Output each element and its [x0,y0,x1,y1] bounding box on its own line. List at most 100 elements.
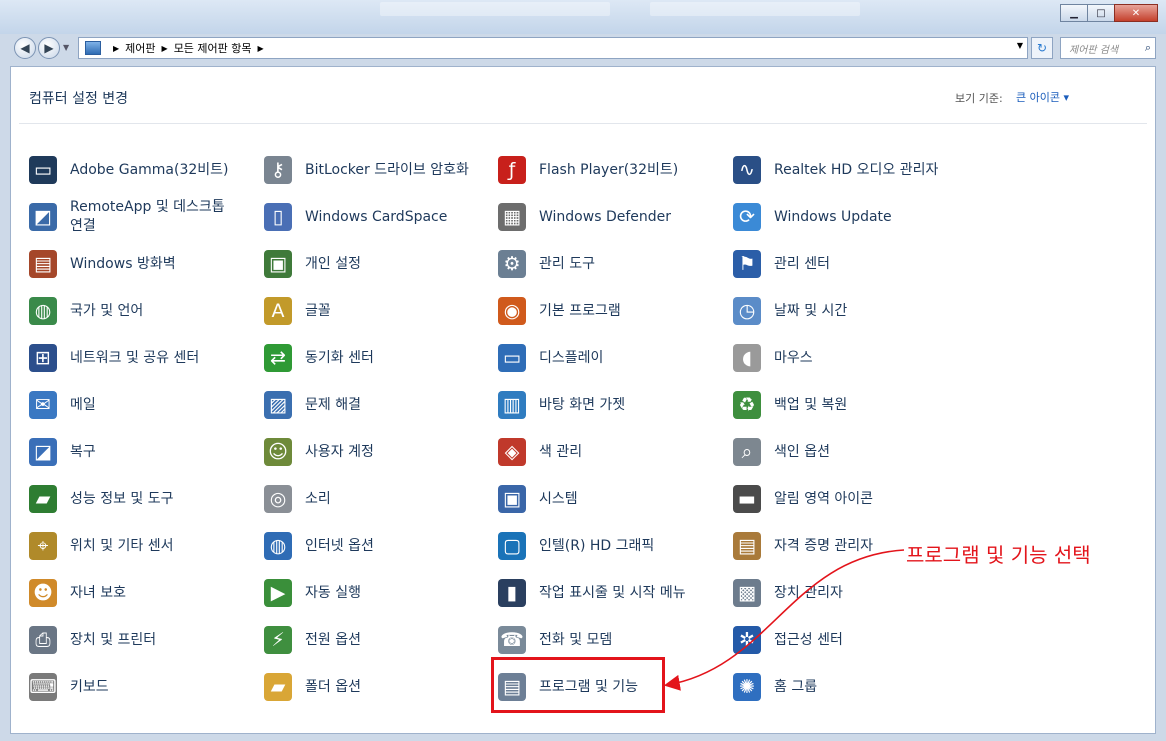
control-panel-item-label: 시스템 [539,490,578,507]
control-panel-item[interactable]: ✺ 홈 그룹 [733,667,953,707]
control-panel-item-label: 백업 및 복원 [774,396,848,413]
breadcrumb-separator-icon[interactable]: ▶ [113,44,119,53]
control-panel-item-label: 키보드 [70,678,109,695]
control-panel-item-label: 바탕 화면 가젯 [539,396,626,413]
control-panel-item[interactable]: ⟳ Windows Update [733,197,953,237]
phone-modem-icon: ☎ [498,626,526,654]
breadcrumb-all-items[interactable]: 모든 제어판 항목 [174,40,252,56]
title-bar-reflection [650,2,860,16]
control-panel-item[interactable]: ◩ RemoteApp 및 데스크톱 연결 [29,197,249,237]
control-panel-item[interactable]: ✉ 메일 [29,385,249,425]
region-language-icon: ◍ [29,297,57,325]
control-panel-item-label: 성능 정보 및 도구 [70,490,174,507]
control-panel-item[interactable]: ◈ 색 관리 [498,432,718,472]
control-panel-item[interactable]: ▯ Windows CardSpace [264,197,484,237]
back-button[interactable]: ◀ [14,37,36,59]
search-input[interactable]: 제어판 검색 ⌕ [1060,37,1156,59]
control-panel-item-label: 개인 설정 [305,255,361,272]
control-panel-item[interactable]: ▮ 작업 표시줄 및 시작 메뉴 [498,573,718,613]
breadcrumb[interactable]: ▶ 제어판 ▶ 모든 제어판 항목 ▶ ▼ [78,37,1028,59]
control-panel-item[interactable]: ▤ Windows 방화벽 [29,244,249,284]
control-panel-item[interactable]: ⚑ 관리 센터 [733,244,953,284]
minimize-button[interactable]: ▁ [1060,4,1088,22]
header-divider [19,123,1147,124]
control-panel-item[interactable]: ◖ 마우스 [733,338,953,378]
control-panel-item[interactable]: ◪ 복구 [29,432,249,472]
breadcrumb-separator-icon[interactable]: ▶ [162,44,168,53]
control-panel-item[interactable]: ▬ 알림 영역 아이콘 [733,479,953,519]
control-panel-item[interactable]: ⌕ 색인 옵션 [733,432,953,472]
search-placeholder: 제어판 검색 [1069,44,1119,56]
date-time-icon: ◷ [733,297,761,325]
control-panel-item[interactable]: ⌖ 위치 및 기타 센서 [29,526,249,566]
control-panel-item[interactable]: ⌨ 키보드 [29,667,249,707]
control-panel-item-label: BitLocker 드라이브 암호화 [305,161,469,178]
control-panel-item[interactable]: ▩ 장치 관리자 [733,573,953,613]
close-button[interactable]: ✕ [1114,4,1158,22]
control-panel-item[interactable]: ▰ 성능 정보 및 도구 [29,479,249,519]
control-panel-item-label: 전원 옵션 [305,631,361,648]
autoplay-icon: ▶ [264,579,292,607]
desktop-gadgets-icon: ▥ [498,391,526,419]
title-bar: ▁ □ ✕ [0,0,1166,34]
control-panel-item[interactable]: ⊞ 네트워크 및 공유 센터 [29,338,249,378]
control-panel-item[interactable]: ◍ 국가 및 언어 [29,291,249,331]
control-panel-item[interactable]: ◷ 날짜 및 시간 [733,291,953,331]
control-panel-item-label: 마우스 [774,349,813,366]
control-panel-item[interactable]: ✲ 접근성 센터 [733,620,953,660]
control-panel-item[interactable]: A 글꼴 [264,291,484,331]
control-panel-item[interactable]: ◍ 인터넷 옵션 [264,526,484,566]
control-panel-item[interactable]: ▭ Adobe Gamma(32비트) [29,150,249,190]
sound-icon: ◎ [264,485,292,513]
control-panel-item[interactable]: ▥ 바탕 화면 가젯 [498,385,718,425]
control-panel-item[interactable]: ▨ 문제 해결 [264,385,484,425]
control-panel-item[interactable]: ☻ 자녀 보호 [29,573,249,613]
control-panel-item[interactable]: ☎ 전화 및 모뎀 [498,620,718,660]
control-panel-item[interactable]: ▣ 개인 설정 [264,244,484,284]
control-panel-item[interactable]: ▢ 인텔(R) HD 그래픽 [498,526,718,566]
mouse-icon: ◖ [733,344,761,372]
refresh-button[interactable]: ↻ [1031,37,1053,59]
control-panel-item[interactable]: ƒ Flash Player(32비트) [498,150,718,190]
breadcrumb-separator-icon[interactable]: ▶ [258,44,264,53]
refresh-icon: ↻ [1036,41,1048,55]
control-panel-item-label: 작업 표시줄 및 시작 메뉴 [539,584,686,601]
control-panel-item-label: Windows Defender [539,208,672,225]
control-panel-item[interactable]: ▰ 폴더 옵션 [264,667,484,707]
control-panel-item[interactable]: ▶ 자동 실행 [264,573,484,613]
search-icon[interactable]: ⌕ [1145,41,1151,55]
control-panel-item[interactable]: ◉ 기본 프로그램 [498,291,718,331]
control-panel-item-label: 장치 관리자 [774,584,843,601]
taskbar-start-menu-icon: ▮ [498,579,526,607]
maximize-button[interactable]: □ [1087,4,1115,22]
fonts-icon: A [264,297,292,325]
control-panel-item[interactable]: ◎ 소리 [264,479,484,519]
control-panel-item[interactable]: ⚷ BitLocker 드라이브 암호화 [264,150,484,190]
control-panel-item-label: 인터넷 옵션 [305,537,374,554]
control-panel-item-label: 글꼴 [305,302,331,319]
address-dropdown-icon[interactable]: ▼ [1017,41,1023,50]
defender-icon: ▦ [498,203,526,231]
indexing-options-icon: ⌕ [733,438,761,466]
control-panel-item[interactable]: ⎙ 장치 및 프린터 [29,620,249,660]
control-panel-item[interactable]: ∿ Realtek HD 오디오 관리자 [733,150,953,190]
control-panel-item[interactable]: ▦ Windows Defender [498,197,718,237]
control-panel-item-label: Windows CardSpace [305,208,448,225]
forward-button[interactable]: ▶ [38,37,60,59]
control-panel-item[interactable]: ⚡ 전원 옵션 [264,620,484,660]
control-panel-item[interactable]: ⚙ 관리 도구 [498,244,718,284]
action-center-flag-icon: ⚑ [733,250,761,278]
page-title: 컴퓨터 설정 변경 [29,91,129,107]
audio-manager-icon: ∿ [733,156,761,184]
control-panel-item[interactable]: ▭ 디스플레이 [498,338,718,378]
breadcrumb-control-panel[interactable]: 제어판 [125,40,155,56]
control-panel-item[interactable]: ⇄ 동기화 센터 [264,338,484,378]
window-controls: ▁ □ ✕ [1060,4,1158,22]
control-panel-item[interactable]: ♻ 백업 및 복원 [733,385,953,425]
view-by-dropdown[interactable]: 큰 아이콘 ▾ [1016,89,1069,105]
color-management-icon: ◈ [498,438,526,466]
parental-controls-icon: ☻ [29,579,57,607]
control-panel-item[interactable]: ☺ 사용자 계정 [264,432,484,472]
recent-pages-dropdown-icon[interactable]: ▼ [63,43,69,52]
control-panel-item[interactable]: ▣ 시스템 [498,479,718,519]
